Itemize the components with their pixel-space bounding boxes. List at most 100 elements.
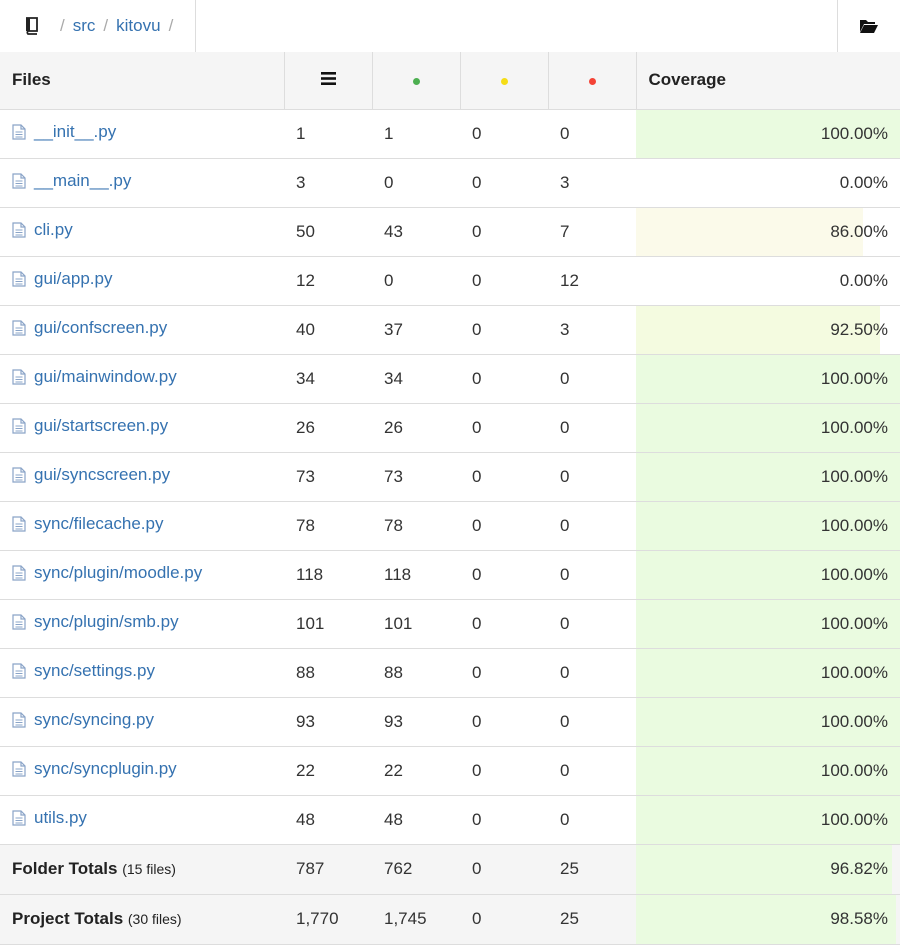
file-cell[interactable]: gui/startscreen.py	[0, 403, 284, 453]
file-cell[interactable]: __init__.py	[0, 109, 284, 159]
file-cell[interactable]: gui/syncscreen.py	[0, 452, 284, 502]
file-link[interactable]: gui/confscreen.py	[34, 318, 167, 338]
breadcrumb-separator: /	[103, 16, 109, 35]
coverage-value: 96.82%	[830, 859, 888, 878]
missed-lines-cell: 0	[548, 697, 636, 747]
coverage-column-header[interactable]: Coverage	[636, 52, 900, 110]
partial-lines-cell: 0	[460, 697, 548, 747]
file-cell[interactable]: gui/confscreen.py	[0, 305, 284, 355]
file-link[interactable]: sync/syncplugin.py	[34, 759, 177, 779]
partial-column-header[interactable]	[460, 52, 549, 110]
files-column-header[interactable]: Files	[0, 52, 285, 110]
table-row[interactable]: __main__.py 3 0 0 3 0.00%	[0, 158, 900, 208]
file-cell[interactable]: sync/plugin/moodle.py	[0, 550, 284, 600]
table-row[interactable]: sync/settings.py 88 88 0 0 100.00%	[0, 648, 900, 698]
file-link[interactable]: gui/mainwindow.py	[34, 367, 177, 387]
partial-lines-cell: 0	[460, 354, 548, 404]
table-row[interactable]: sync/plugin/smb.py 101 101 0 0 100.00%	[0, 599, 900, 649]
table-row[interactable]: gui/startscreen.py 26 26 0 0 100.00%	[0, 403, 900, 453]
table-header-row: Files Coverage	[0, 52, 900, 110]
breadcrumb-kitovu[interactable]: kitovu	[116, 16, 160, 36]
coverage-bar	[636, 207, 864, 255]
coverage-value: 100.00%	[820, 368, 888, 388]
partial-lines-cell: 0	[460, 844, 548, 895]
file-cell[interactable]: utils.py	[0, 795, 284, 845]
file-link[interactable]: sync/filecache.py	[34, 514, 163, 534]
coverage-value: 100.00%	[820, 466, 888, 486]
coverage-cell: 86.00%	[636, 207, 900, 257]
covered-lines-cell: 118	[372, 550, 460, 600]
file-cell[interactable]: __main__.py	[0, 158, 284, 208]
table-row[interactable]: sync/plugin/moodle.py 118 118 0 0 100.00%	[0, 550, 900, 600]
table-row[interactable]: gui/mainwindow.py 34 34 0 0 100.00%	[0, 354, 900, 404]
file-cell[interactable]: sync/plugin/smb.py	[0, 599, 284, 649]
file-cell[interactable]: gui/app.py	[0, 256, 284, 306]
covered-lines-cell: 48	[372, 795, 460, 845]
file-cell[interactable]: sync/syncing.py	[0, 697, 284, 747]
file-cell[interactable]: cli.py	[0, 207, 284, 257]
file-link[interactable]: cli.py	[34, 220, 73, 240]
breadcrumb-src[interactable]: src	[73, 16, 96, 36]
table-row[interactable]: sync/syncplugin.py 22 22 0 0 100.00%	[0, 746, 900, 796]
totals-label-cell: Project Totals (30 files)	[0, 894, 284, 945]
total-lines-cell: 26	[284, 403, 372, 453]
file-link[interactable]: sync/syncing.py	[34, 710, 154, 730]
file-icon	[12, 369, 26, 385]
missed-lines-cell: 0	[548, 403, 636, 453]
project-totals-row: Project Totals (30 files) 1,770 1,745 0 25 98…	[0, 894, 900, 945]
file-link[interactable]: __init__.py	[34, 122, 116, 142]
missed-lines-cell: 0	[548, 550, 636, 600]
covered-lines-cell: 34	[372, 354, 460, 404]
file-link[interactable]: sync/plugin/smb.py	[34, 612, 179, 632]
red-dot-icon	[588, 78, 596, 86]
file-icon	[12, 516, 26, 532]
partial-lines-cell: 0	[460, 452, 548, 502]
coverage-cell: 100.00%	[636, 452, 900, 502]
file-link[interactable]: __main__.py	[34, 171, 131, 191]
total-lines-cell: 93	[284, 697, 372, 747]
breadcrumb-separator: /	[60, 16, 65, 35]
book-icon[interactable]	[24, 17, 40, 35]
missed-lines-cell: 0	[548, 648, 636, 698]
file-link[interactable]: gui/app.py	[34, 269, 112, 289]
total-lines-cell: 1,770	[284, 894, 372, 945]
file-icon	[12, 614, 26, 630]
partial-lines-cell: 0	[460, 109, 548, 159]
file-icon	[12, 761, 26, 777]
open-folder-button[interactable]	[837, 0, 900, 52]
missed-lines-cell: 0	[548, 354, 636, 404]
file-link[interactable]: gui/startscreen.py	[34, 416, 168, 436]
partial-lines-cell: 0	[460, 305, 548, 355]
totals-file-count: (15 files)	[122, 861, 176, 877]
table-row[interactable]: gui/syncscreen.py 73 73 0 0 100.00%	[0, 452, 900, 502]
file-link[interactable]: sync/plugin/moodle.py	[34, 563, 202, 583]
table-row[interactable]: utils.py 48 48 0 0 100.00%	[0, 795, 900, 845]
table-row[interactable]: gui/confscreen.py 40 37 0 3 92.50%	[0, 305, 900, 355]
lines-column-header[interactable]	[284, 52, 373, 110]
file-cell[interactable]: sync/settings.py	[0, 648, 284, 698]
covered-lines-cell: 1,745	[372, 894, 460, 945]
total-lines-cell: 101	[284, 599, 372, 649]
file-link[interactable]: sync/settings.py	[34, 661, 155, 681]
table-row[interactable]: cli.py 50 43 0 7 86.00%	[0, 207, 900, 257]
file-cell[interactable]: gui/mainwindow.py	[0, 354, 284, 404]
coverage-value: 100.00%	[820, 123, 888, 143]
table-row[interactable]: sync/syncing.py 93 93 0 0 100.00%	[0, 697, 900, 747]
missed-column-header[interactable]	[548, 52, 637, 110]
file-icon	[12, 467, 26, 483]
table-row[interactable]: sync/filecache.py 78 78 0 0 100.00%	[0, 501, 900, 551]
table-row[interactable]: gui/app.py 12 0 0 12 0.00%	[0, 256, 900, 306]
file-link[interactable]: utils.py	[34, 808, 87, 828]
missed-lines-cell: 0	[548, 746, 636, 796]
table-row[interactable]: __init__.py 1 1 0 0 100.00%	[0, 109, 900, 159]
partial-lines-cell: 0	[460, 648, 548, 698]
missed-lines-cell: 3	[548, 158, 636, 208]
file-link[interactable]: gui/syncscreen.py	[34, 465, 170, 485]
file-cell[interactable]: sync/syncplugin.py	[0, 746, 284, 796]
coverage-cell: 100.00%	[636, 354, 900, 404]
covered-lines-cell: 0	[372, 158, 460, 208]
covered-column-header[interactable]	[372, 52, 461, 110]
coverage-value: 100.00%	[820, 711, 888, 731]
file-cell[interactable]: sync/filecache.py	[0, 501, 284, 551]
missed-lines-cell: 0	[548, 109, 636, 159]
